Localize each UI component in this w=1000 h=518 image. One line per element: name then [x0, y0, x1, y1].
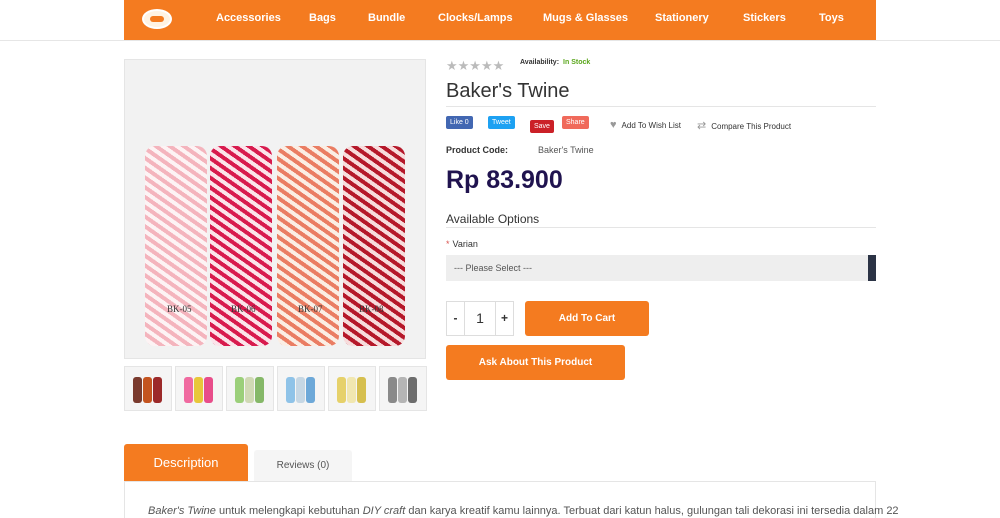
spool-label: BK-08: [359, 304, 384, 314]
add-to-wishlist-link[interactable]: ♥ Add To Wish List: [610, 119, 681, 131]
tab-description[interactable]: Description: [124, 444, 248, 481]
compare-product-link[interactable]: ⇄ Compare This Product: [697, 119, 791, 132]
description-product-name: Baker's Twine: [148, 505, 216, 517]
spool-label: BK-07: [298, 304, 323, 314]
varian-select-value: --- Please Select ---: [454, 263, 533, 273]
product-code-value: Baker's Twine: [538, 145, 594, 155]
twine-spool-image: [277, 146, 339, 346]
thumbnail-image[interactable]: [328, 366, 376, 411]
description-text: untuk melengkapi kebutuhan: [215, 505, 363, 517]
spool-label: BK-06: [231, 304, 256, 314]
pinterest-save-button[interactable]: Save: [530, 120, 554, 133]
quantity-increase-button[interactable]: +: [495, 302, 513, 335]
nav-item-bundle[interactable]: Bundle: [368, 12, 405, 24]
varian-label: Varian: [452, 239, 478, 249]
nav-item-mugs-glasses[interactable]: Mugs & Glasses: [543, 12, 628, 24]
top-nav: Accessories Bags Bundle Clocks/Lamps Mug…: [124, 0, 876, 40]
twitter-tweet-button[interactable]: Tweet: [488, 116, 515, 129]
availability-value: In Stock: [563, 59, 591, 66]
nav-item-accessories[interactable]: Accessories: [216, 12, 281, 24]
tab-reviews[interactable]: Reviews (0): [254, 450, 352, 481]
quantity-input[interactable]: 1: [465, 302, 495, 335]
rating-stars: ★★★★★: [446, 58, 505, 73]
compare-label: Compare This Product: [711, 122, 792, 131]
facebook-like-button[interactable]: Like 0: [446, 116, 473, 129]
available-options-heading: Available Options: [446, 212, 540, 226]
thumbnail-image[interactable]: [175, 366, 223, 411]
nav-item-toys[interactable]: Toys: [819, 12, 844, 24]
product-description: Baker's Twine untuk melengkapi kebutuhan…: [148, 505, 899, 517]
nav-divider: [0, 40, 1000, 41]
twine-spool-image: [145, 146, 207, 346]
nav-item-stationery[interactable]: Stationery: [655, 12, 709, 24]
description-text: dan karya kreatif kamu lainnya. Terbuat …: [405, 505, 899, 517]
thumbnail-image[interactable]: [124, 366, 172, 411]
thumbnail-image[interactable]: [277, 366, 325, 411]
compare-arrows-icon: ⇄: [697, 120, 707, 132]
heart-icon: ♥: [610, 119, 617, 131]
ask-about-product-button[interactable]: Ask About This Product: [446, 345, 625, 380]
product-title: Baker's Twine: [446, 80, 570, 102]
product-main-image[interactable]: BK-05 BK-06 BK-07 BK-08: [124, 59, 426, 359]
spool-label: BK-05: [167, 304, 192, 314]
nav-item-clocks-lamps[interactable]: Clocks/Lamps: [438, 12, 513, 24]
quantity-decrease-button[interactable]: -: [447, 302, 465, 335]
availability-label: Availability:: [520, 59, 560, 66]
thumbnail-strip: [124, 366, 427, 411]
add-to-cart-button[interactable]: Add To Cart: [525, 301, 649, 336]
divider: [446, 106, 876, 107]
twine-spool-image: [210, 146, 272, 346]
wishlist-label: Add To Wish List: [621, 121, 681, 130]
product-price: Rp 83.900: [446, 166, 563, 194]
nav-item-stickers[interactable]: Stickers: [743, 12, 786, 24]
twine-spool-image: [343, 146, 405, 346]
dropdown-handle[interactable]: [868, 255, 876, 281]
thumbnail-image[interactable]: [226, 366, 274, 411]
logo[interactable]: [142, 9, 172, 29]
nav-item-bags[interactable]: Bags: [309, 12, 336, 24]
description-emphasis: DIY craft: [362, 505, 406, 517]
varian-label-row: * Varian: [446, 239, 478, 249]
divider: [446, 227, 876, 228]
availability: Availability: In Stock: [520, 59, 590, 66]
share-button[interactable]: Share: [562, 116, 589, 129]
thumbnail-image[interactable]: [379, 366, 427, 411]
varian-select[interactable]: --- Please Select ---: [446, 255, 876, 281]
quantity-stepper: - 1 +: [446, 301, 514, 336]
required-marker: *: [446, 239, 450, 249]
product-code-label: Product Code:: [446, 145, 508, 155]
